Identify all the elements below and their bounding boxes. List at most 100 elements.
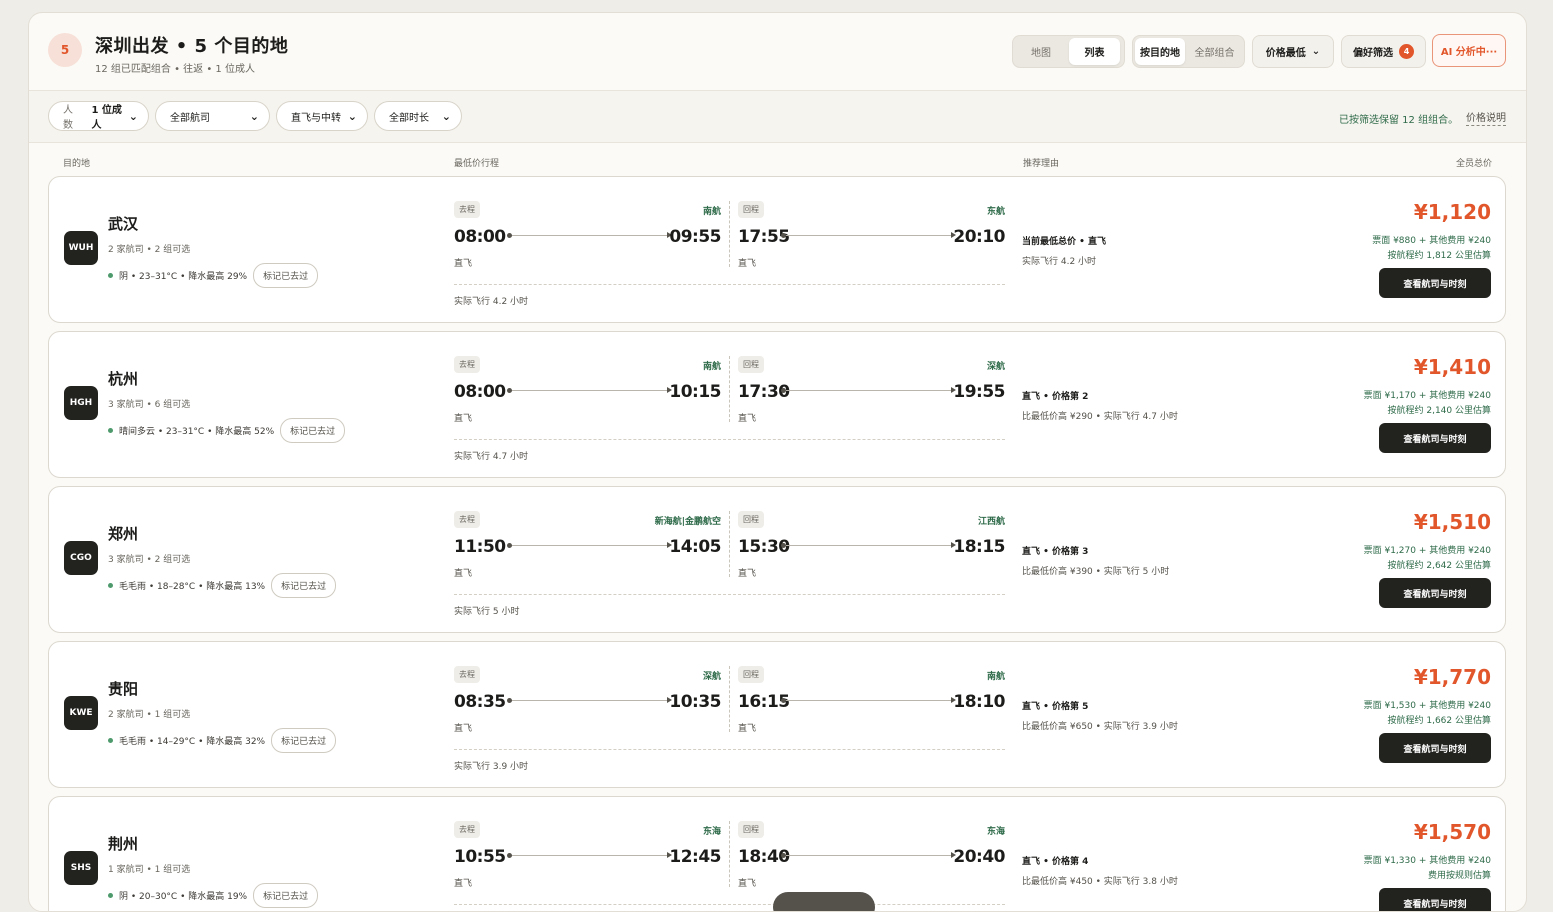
total-price: ¥1,570: [1413, 820, 1491, 844]
itinerary-divider: [454, 749, 1005, 750]
destination-card[interactable]: WUH 武汉 2 家航司 • 2 组可选 阴 • 23–31°C • 降水最高 …: [48, 176, 1506, 323]
price-breakdown: 票面 ¥1,270 + 其他费用 ¥240: [1363, 546, 1491, 556]
view-flights-button[interactable]: 查看航司与时刻: [1379, 888, 1491, 911]
leg-divider: [729, 511, 730, 577]
view-map-tab[interactable]: 地图: [1015, 38, 1067, 65]
price-note: 按航程约 2,140 公里估算: [1387, 406, 1492, 416]
ret-flight-kind: 直飞: [738, 724, 757, 734]
view-flights-button[interactable]: 查看航司与时刻: [1379, 733, 1491, 763]
airline-select-value: 全部航司: [170, 112, 210, 124]
recommend-detail: 比最低价高 ¥650 • 实际飞行 3.9 小时: [1022, 722, 1178, 732]
out-airline: 南航: [702, 207, 721, 217]
ret-airline: 东航: [986, 207, 1005, 217]
out-tag: 去程: [454, 821, 480, 838]
out-tag: 去程: [454, 511, 480, 528]
stops-select[interactable]: 直飞与中转 ⌄: [276, 101, 368, 131]
destination-card[interactable]: SHS 荆州 1 家航司 • 1 组可选 阴 • 20–30°C • 降水最高 …: [48, 796, 1506, 911]
people-select[interactable]: 人数 1 位成人 ⌄: [48, 101, 149, 131]
weather-dot-icon: [108, 582, 113, 588]
recommend-detail: 比最低价高 ¥290 • 实际飞行 4.7 小时: [1022, 412, 1178, 422]
destination-meta: 2 家航司 • 2 组可选: [108, 245, 191, 255]
weather-row: 阴 • 20–30°C • 降水最高 19% 标记已去过: [108, 882, 319, 908]
ret-tag: 回程: [738, 821, 764, 838]
chevron-down-icon: ⌄: [1311, 46, 1321, 57]
ret-arrival-time: 20:40: [953, 847, 1005, 867]
price-note: 费用按规则估算: [1427, 871, 1491, 881]
out-airline: 新海航|金鹏航空: [654, 517, 721, 527]
leg-divider: [729, 201, 730, 267]
view-flights-button[interactable]: 查看航司与时刻: [1379, 423, 1491, 453]
airport-code: WUH: [64, 231, 98, 265]
ret-flight-kind: 直飞: [738, 414, 757, 424]
preference-filter-button[interactable]: 偏好筛选 4: [1341, 35, 1426, 68]
airline-select[interactable]: 全部航司 ⌄: [155, 101, 270, 131]
ret-tag: 回程: [738, 666, 764, 683]
mark-visited-button[interactable]: 标记已去过: [253, 882, 319, 908]
duration-select[interactable]: 全部时长 ⌄: [374, 101, 462, 131]
group-all-combos-tab[interactable]: 全部组合: [1187, 38, 1242, 65]
mark-visited-button[interactable]: 标记已去过: [271, 727, 337, 753]
actual-flight-time: 实际飞行 4.7 小时: [454, 452, 529, 462]
out-flight-kind: 直飞: [454, 414, 473, 424]
out-arrival-time: 12:45: [669, 847, 721, 867]
destination-city: 武汉: [108, 215, 139, 233]
out-route-line: [507, 387, 672, 393]
mark-visited-button[interactable]: 标记已去过: [253, 262, 319, 288]
view-flights-button[interactable]: 查看航司与时刻: [1379, 268, 1491, 298]
out-flight-kind: 直飞: [454, 569, 473, 579]
itinerary-divider: [454, 904, 1005, 905]
out-flight-kind: 直飞: [454, 724, 473, 734]
recommend-reason: 当前最低总价 • 直飞: [1022, 237, 1107, 247]
total-price: ¥1,120: [1413, 200, 1491, 224]
recommend-reason: 直飞 • 价格第 4: [1022, 857, 1089, 867]
out-route-line: [507, 232, 672, 238]
price-note: 按航程约 1,812 公里估算: [1387, 251, 1492, 261]
recommend-reason: 直飞 • 价格第 5: [1022, 702, 1089, 712]
ai-analysis-button[interactable]: AI 分析中···: [1432, 34, 1506, 67]
weather-text: 毛毛雨 • 14–29°C • 降水最高 32%: [119, 736, 266, 747]
price-help-link[interactable]: 价格说明: [1466, 109, 1506, 126]
out-flight-kind: 直飞: [454, 879, 473, 889]
view-flights-button[interactable]: 查看航司与时刻: [1379, 578, 1491, 608]
mark-visited-button[interactable]: 标记已去过: [280, 417, 346, 443]
recommend-detail: 比最低价高 ¥390 • 实际飞行 5 小时: [1022, 567, 1170, 577]
weather-row: 阴 • 23–31°C • 降水最高 29% 标记已去过: [108, 262, 319, 288]
weather-dot-icon: [108, 737, 113, 743]
weather-text: 阴 • 23–31°C • 降水最高 29%: [119, 271, 248, 282]
airport-code: KWE: [64, 696, 98, 730]
scroll-indicator[interactable]: [773, 892, 875, 911]
sort-label: 价格最低: [1265, 48, 1306, 59]
price-note: 按航程约 2,642 公里估算: [1387, 561, 1492, 571]
column-destination: 目的地: [63, 159, 91, 169]
airport-code: HGH: [64, 386, 98, 420]
stops-select-value: 直飞与中转: [291, 112, 341, 124]
chevron-down-icon: ⌄: [249, 109, 259, 123]
destination-city: 荆州: [108, 835, 139, 853]
ret-route-line: [781, 542, 956, 548]
out-departure-time: 11:50: [454, 537, 506, 557]
destination-card[interactable]: CGO 郑州 3 家航司 • 2 组可选 毛毛雨 • 18–28°C • 降水最…: [48, 486, 1506, 633]
page-header: 5 深圳出发 • 5 个目的地 12 组已匹配组合 • 往返 • 1 位成人 地…: [29, 13, 1526, 91]
destination-meta: 3 家航司 • 2 组可选: [108, 555, 191, 565]
out-airline: 南航: [702, 362, 721, 372]
recommend-detail: 实际飞行 4.2 小时: [1022, 257, 1097, 267]
ret-airline: 南航: [986, 672, 1005, 682]
ret-airline: 东海: [986, 827, 1005, 837]
out-tag: 去程: [454, 356, 480, 373]
view-list-tab[interactable]: 列表: [1069, 38, 1120, 65]
ret-route-line: [781, 232, 956, 238]
ret-route-line: [781, 387, 956, 393]
out-arrival-time: 09:55: [669, 227, 721, 247]
mark-visited-button[interactable]: 标记已去过: [271, 572, 337, 598]
group-by-destination-tab[interactable]: 按目的地: [1135, 38, 1185, 65]
weather-dot-icon: [108, 272, 113, 278]
destination-card[interactable]: HGH 杭州 3 家航司 • 6 组可选 晴间多云 • 23–31°C • 降水…: [48, 331, 1506, 478]
column-itinerary: 最低价行程: [454, 159, 500, 169]
out-departure-time: 08:35: [454, 692, 506, 712]
ret-tag: 回程: [738, 201, 764, 218]
filter-bar: 人数 1 位成人 ⌄ 全部航司 ⌄ 直飞与中转 ⌄ 全部时长 ⌄ 已按筛选保留 …: [29, 91, 1526, 143]
sort-select[interactable]: 价格最低 ⌄: [1252, 35, 1334, 68]
destination-meta: 3 家航司 • 6 组可选: [108, 400, 191, 410]
people-value: 1 位成人: [91, 105, 122, 131]
destination-card[interactable]: KWE 贵阳 2 家航司 • 1 组可选 毛毛雨 • 14–29°C • 降水最…: [48, 641, 1506, 788]
